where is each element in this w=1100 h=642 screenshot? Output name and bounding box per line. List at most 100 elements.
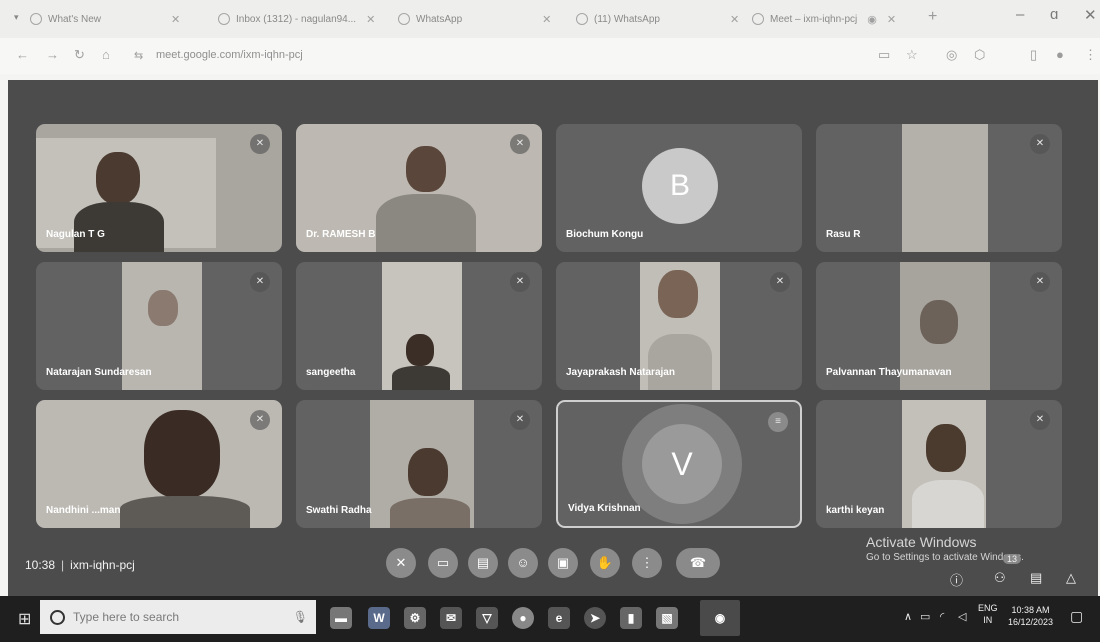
- vlc-icon[interactable]: ▽: [476, 607, 498, 629]
- taskbar-search-box[interactable]: Type here to search 🎙: [40, 600, 316, 634]
- language-indicator[interactable]: ENG IN: [978, 602, 998, 626]
- chat-icon[interactable]: ▤: [1030, 570, 1042, 586]
- tab-label: Inbox (1312) - nagulan94...: [236, 13, 357, 25]
- activate-windows-watermark: Activate Windows Go to Settings to activ…: [866, 534, 1024, 563]
- new-tab-icon[interactable]: +: [928, 8, 937, 26]
- activities-icon[interactable]: △: [1066, 570, 1076, 586]
- notification-icon[interactable]: ▢: [1070, 608, 1083, 625]
- more-options-button[interactable]: ⋮: [632, 548, 662, 578]
- wifi-icon[interactable]: ◜: [940, 610, 944, 623]
- participant-tile[interactable]: ✕ Nandhini ...man: [36, 400, 282, 528]
- address-bar: ← → ↻ ⌂ ⇆ meet.google.com/ixm-iqhn-pcj ▭…: [0, 38, 1100, 74]
- profile-avatar-icon[interactable]: ●: [1056, 47, 1064, 62]
- participant-body: [376, 194, 476, 252]
- reactions-button[interactable]: ☺: [508, 548, 538, 578]
- store-icon[interactable]: ▮: [620, 607, 642, 629]
- edge-icon[interactable]: e: [548, 607, 570, 629]
- reload-icon[interactable]: ↻: [74, 47, 85, 63]
- participant-tile-speaking[interactable]: V ≡ Vidya Krishnan: [556, 400, 802, 528]
- participant-name: Biochum Kongu: [566, 229, 644, 240]
- clock-date: 16/12/2023: [1008, 617, 1054, 627]
- file-explorer-icon[interactable]: ▬: [330, 607, 352, 629]
- tab-search-icon[interactable]: ▾: [14, 12, 19, 23]
- forward-icon[interactable]: →: [46, 47, 59, 62]
- raise-hand-button[interactable]: ✋: [590, 548, 620, 578]
- windows-start-icon[interactable]: ⊞: [18, 609, 31, 629]
- participant-tile[interactable]: ✕ Swathi Radha: [296, 400, 542, 528]
- close-icon[interactable]: ✕: [171, 13, 180, 26]
- extension-icon[interactable]: ◎: [946, 47, 957, 63]
- system-clock[interactable]: 10:38 AM 16/12/2023: [1008, 604, 1053, 628]
- participant-tile[interactable]: ✕ Dr. RAMESH B: [296, 124, 542, 252]
- participant-head: [406, 334, 434, 366]
- camera-toggle-button[interactable]: ▭: [428, 548, 458, 578]
- participant-name: karthi keyan: [826, 505, 885, 516]
- participant-tile[interactable]: ✕ Nagulan T G: [36, 124, 282, 252]
- battery-icon[interactable]: ▭: [920, 610, 930, 623]
- meeting-details: 10:38 | ixm-iqhn-pcj: [25, 558, 135, 572]
- chrome-icon[interactable]: ●: [512, 607, 534, 629]
- puzzle-icon[interactable]: ⬡: [974, 47, 985, 63]
- participant-name: Rasu R: [826, 229, 861, 240]
- participant-tile[interactable]: ✕ Rasu R: [816, 124, 1062, 252]
- back-icon[interactable]: ←: [16, 47, 29, 62]
- participant-name: Nandhini ...man: [46, 505, 121, 516]
- participant-body: [912, 480, 984, 528]
- restore-icon[interactable]: ɑ: [1050, 6, 1058, 23]
- participant-body: [648, 334, 712, 390]
- meeting-code[interactable]: ixm-iqhn-pcj: [70, 558, 135, 572]
- participant-head: [926, 424, 966, 472]
- participant-name: Nagulan T G: [46, 229, 105, 240]
- close-icon[interactable]: ✕: [366, 13, 375, 26]
- participant-name: Natarajan Sundaresan: [46, 367, 152, 378]
- tab-meet[interactable]: Meet – ixm-iqhn-pcj ◉ ✕: [752, 6, 896, 32]
- meet-stage: ✕ Nagulan T G ✕ Dr. RAMESH B B Biochum K…: [8, 80, 1098, 596]
- url-field[interactable]: meet.google.com/ixm-iqhn-pcj: [156, 49, 303, 61]
- menu-kebab-icon[interactable]: ⋮: [1084, 47, 1097, 63]
- minimize-icon[interactable]: –: [1016, 6, 1024, 23]
- tab-whatsapp-11[interactable]: (11) WhatsApp ✕: [576, 6, 739, 32]
- participant-tile[interactable]: ✕ karthi keyan: [816, 400, 1062, 528]
- microphone-icon[interactable]: 🎙: [293, 610, 308, 624]
- settings-gear-icon[interactable]: ⚙: [404, 607, 426, 629]
- camera-permission-icon[interactable]: ▭: [878, 47, 890, 63]
- bookmark-star-icon[interactable]: ☆: [906, 47, 918, 63]
- tab-label: What's New: [48, 13, 102, 25]
- participant-tile[interactable]: ✕ Jayaprakash Natarajan: [556, 262, 802, 390]
- audio-icon[interactable]: ◉: [867, 13, 877, 26]
- tab-label: Meet – ixm-iqhn-pcj: [770, 13, 858, 25]
- word-icon[interactable]: W: [368, 607, 390, 629]
- sidepanel-icon[interactable]: ▯: [1030, 47, 1037, 63]
- leave-call-button[interactable]: ☎: [676, 548, 720, 578]
- telegram-icon[interactable]: ➤: [584, 607, 606, 629]
- tray-overflow-icon[interactable]: ∧: [904, 610, 912, 623]
- photos-icon[interactable]: ▧: [656, 607, 678, 629]
- participant-tile[interactable]: ✕ sangeetha: [296, 262, 542, 390]
- participant-name: Jayaprakash Natarajan: [566, 367, 675, 378]
- present-button[interactable]: ▣: [548, 548, 578, 578]
- home-icon[interactable]: ⌂: [102, 47, 110, 62]
- chrome-active-taskbar-icon[interactable]: ◉: [700, 600, 740, 636]
- tab-inbox[interactable]: Inbox (1312) - nagulan94... ✕: [218, 6, 375, 32]
- participant-body: [392, 366, 450, 390]
- people-icon[interactable]: ⚇: [994, 570, 1006, 586]
- participant-tile[interactable]: B Biochum Kongu: [556, 124, 802, 252]
- close-icon[interactable]: ✕: [730, 13, 739, 26]
- mail-icon[interactable]: ✉: [440, 607, 462, 629]
- volume-icon[interactable]: ◁: [958, 610, 966, 623]
- mic-toggle-button[interactable]: ✕: [386, 548, 416, 578]
- site-info-icon[interactable]: ⇆: [134, 49, 143, 62]
- close-icon[interactable]: ✕: [887, 13, 896, 26]
- participant-head: [96, 152, 140, 204]
- tab-whats-new[interactable]: What's New ✕: [30, 6, 180, 32]
- participant-tile[interactable]: ✕ Palvannan Thayumanavan: [816, 262, 1062, 390]
- tab-whatsapp[interactable]: WhatsApp ✕: [398, 6, 551, 32]
- close-window-icon[interactable]: ✕: [1084, 6, 1097, 24]
- captions-button[interactable]: ▤: [468, 548, 498, 578]
- close-icon[interactable]: ✕: [542, 13, 551, 26]
- info-icon[interactable]: ⓘ: [950, 570, 963, 589]
- clock-time: 10:38 AM: [1011, 605, 1050, 615]
- participant-tile[interactable]: ✕ Natarajan Sundaresan: [36, 262, 282, 390]
- search-placeholder: Type here to search: [73, 610, 180, 624]
- whatsapp-favicon-icon: [398, 13, 410, 25]
